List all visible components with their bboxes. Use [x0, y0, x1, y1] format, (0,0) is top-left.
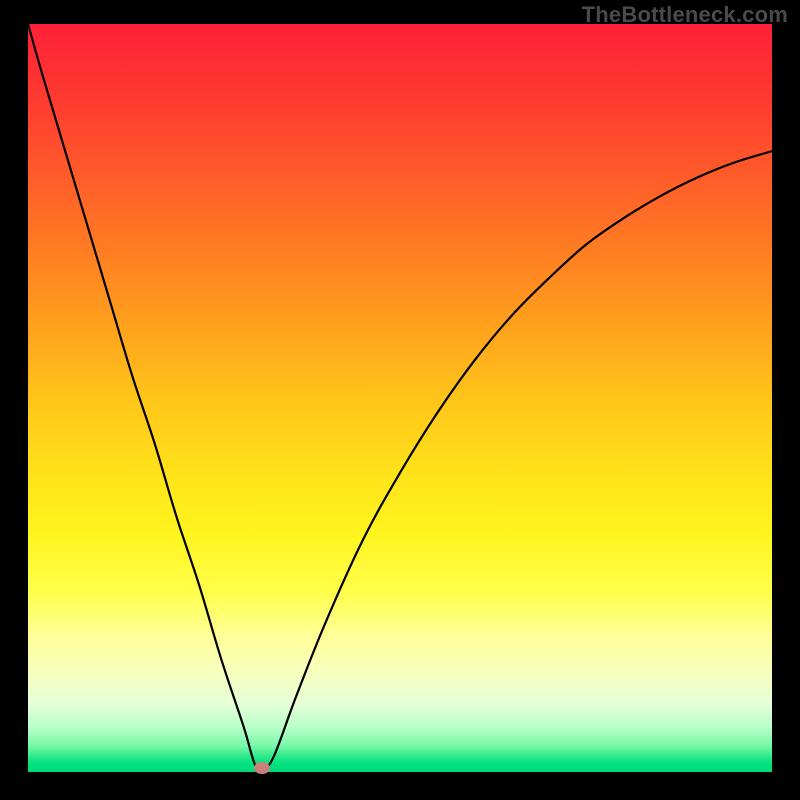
bottleneck-curve	[28, 24, 772, 772]
plot-area	[28, 24, 772, 772]
chart-frame: TheBottleneck.com	[0, 0, 800, 800]
watermark-text: TheBottleneck.com	[582, 2, 788, 28]
optimum-marker	[254, 762, 270, 774]
